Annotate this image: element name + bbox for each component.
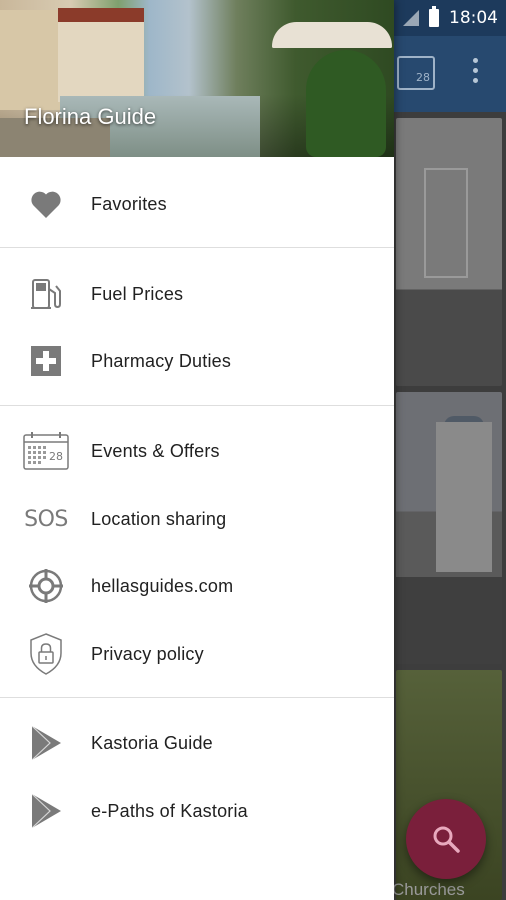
navigation-drawer: Florina Guide Favorites Fuel Prices Phar… xyxy=(0,0,394,900)
menu-item-label: Privacy policy xyxy=(91,643,204,664)
sos-icon: SOS xyxy=(24,506,68,532)
play-store-icon xyxy=(22,719,70,767)
header-image-tree xyxy=(306,50,386,157)
appbar-calendar-icon[interactable]: 28 xyxy=(397,56,435,90)
divider xyxy=(0,697,394,698)
signal-icon xyxy=(403,10,419,26)
menu-item-label: e-Paths of Kastoria xyxy=(91,800,248,821)
card-label: Churches xyxy=(392,880,465,899)
shield-lock-icon xyxy=(22,630,70,678)
heart-icon xyxy=(22,180,70,228)
header-image-building xyxy=(0,10,60,110)
calendar-icon: 28 xyxy=(22,427,70,475)
svg-text:28: 28 xyxy=(49,450,63,463)
status-time: 18:04 xyxy=(449,8,498,28)
divider xyxy=(0,405,394,406)
content-card-1[interactable] xyxy=(396,118,502,386)
menu-item-label: Location sharing xyxy=(91,508,227,529)
menu-item-label: hellasguides.com xyxy=(91,575,234,596)
divider xyxy=(0,247,394,248)
menu-item-label: Events & Offers xyxy=(91,440,220,461)
menu-item-label: Favorites xyxy=(91,193,167,214)
menu-item-kastoria-guide[interactable]: Kastoria Guide xyxy=(0,715,394,771)
menu-item-fuel-prices[interactable]: Fuel Prices xyxy=(0,266,394,322)
play-store-icon xyxy=(22,787,70,835)
drawer-header: Florina Guide xyxy=(0,0,394,157)
menu-item-label: Fuel Prices xyxy=(91,283,184,304)
more-options-icon[interactable] xyxy=(468,58,482,90)
battery-icon xyxy=(429,6,439,27)
menu-item-hellasguides[interactable]: hellasguides.com xyxy=(0,558,394,614)
menu-item-label: Pharmacy Duties xyxy=(91,350,232,371)
menu-item-label: Kastoria Guide xyxy=(91,732,213,753)
menu-item-favorites[interactable]: Favorites xyxy=(0,176,394,232)
menu-item-events-offers[interactable]: 28 Events & Offers xyxy=(0,423,394,479)
pharmacy-cross-icon xyxy=(22,337,70,385)
fuel-pump-icon xyxy=(22,270,70,318)
crosshair-icon xyxy=(22,562,70,610)
drawer-title: Florina Guide xyxy=(24,104,157,129)
menu-item-pharmacy-duties[interactable]: Pharmacy Duties xyxy=(0,333,394,389)
search-fab[interactable] xyxy=(406,799,486,879)
menu-item-privacy-policy[interactable]: Privacy policy xyxy=(0,626,394,682)
menu-item-location-sharing[interactable]: SOS Location sharing xyxy=(0,491,394,547)
search-icon xyxy=(433,826,460,853)
content-card-2[interactable] xyxy=(396,392,502,664)
menu-item-e-paths-kastoria[interactable]: e-Paths of Kastoria xyxy=(0,783,394,839)
